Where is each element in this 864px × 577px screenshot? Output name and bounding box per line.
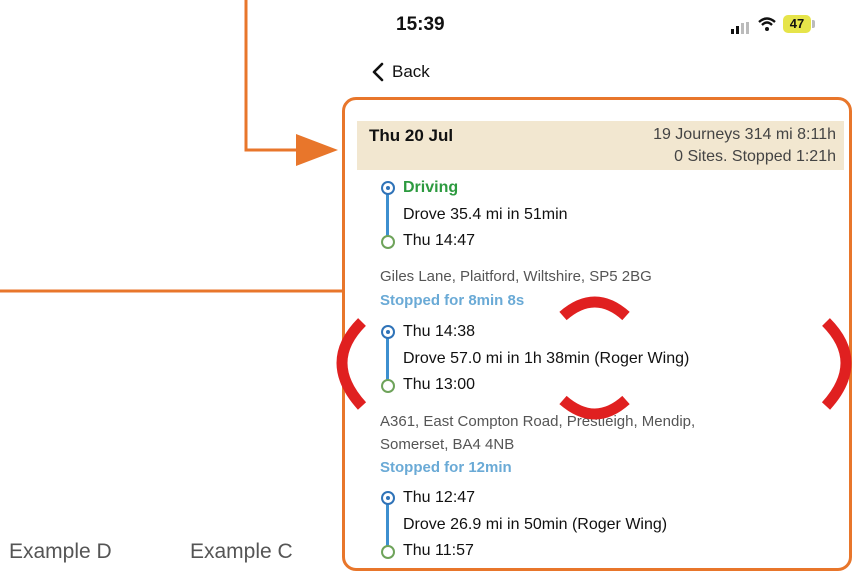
label-example-d: Example D (9, 540, 112, 563)
red-highlight-arcs (336, 296, 852, 420)
label-example-c: Example C (190, 540, 293, 563)
